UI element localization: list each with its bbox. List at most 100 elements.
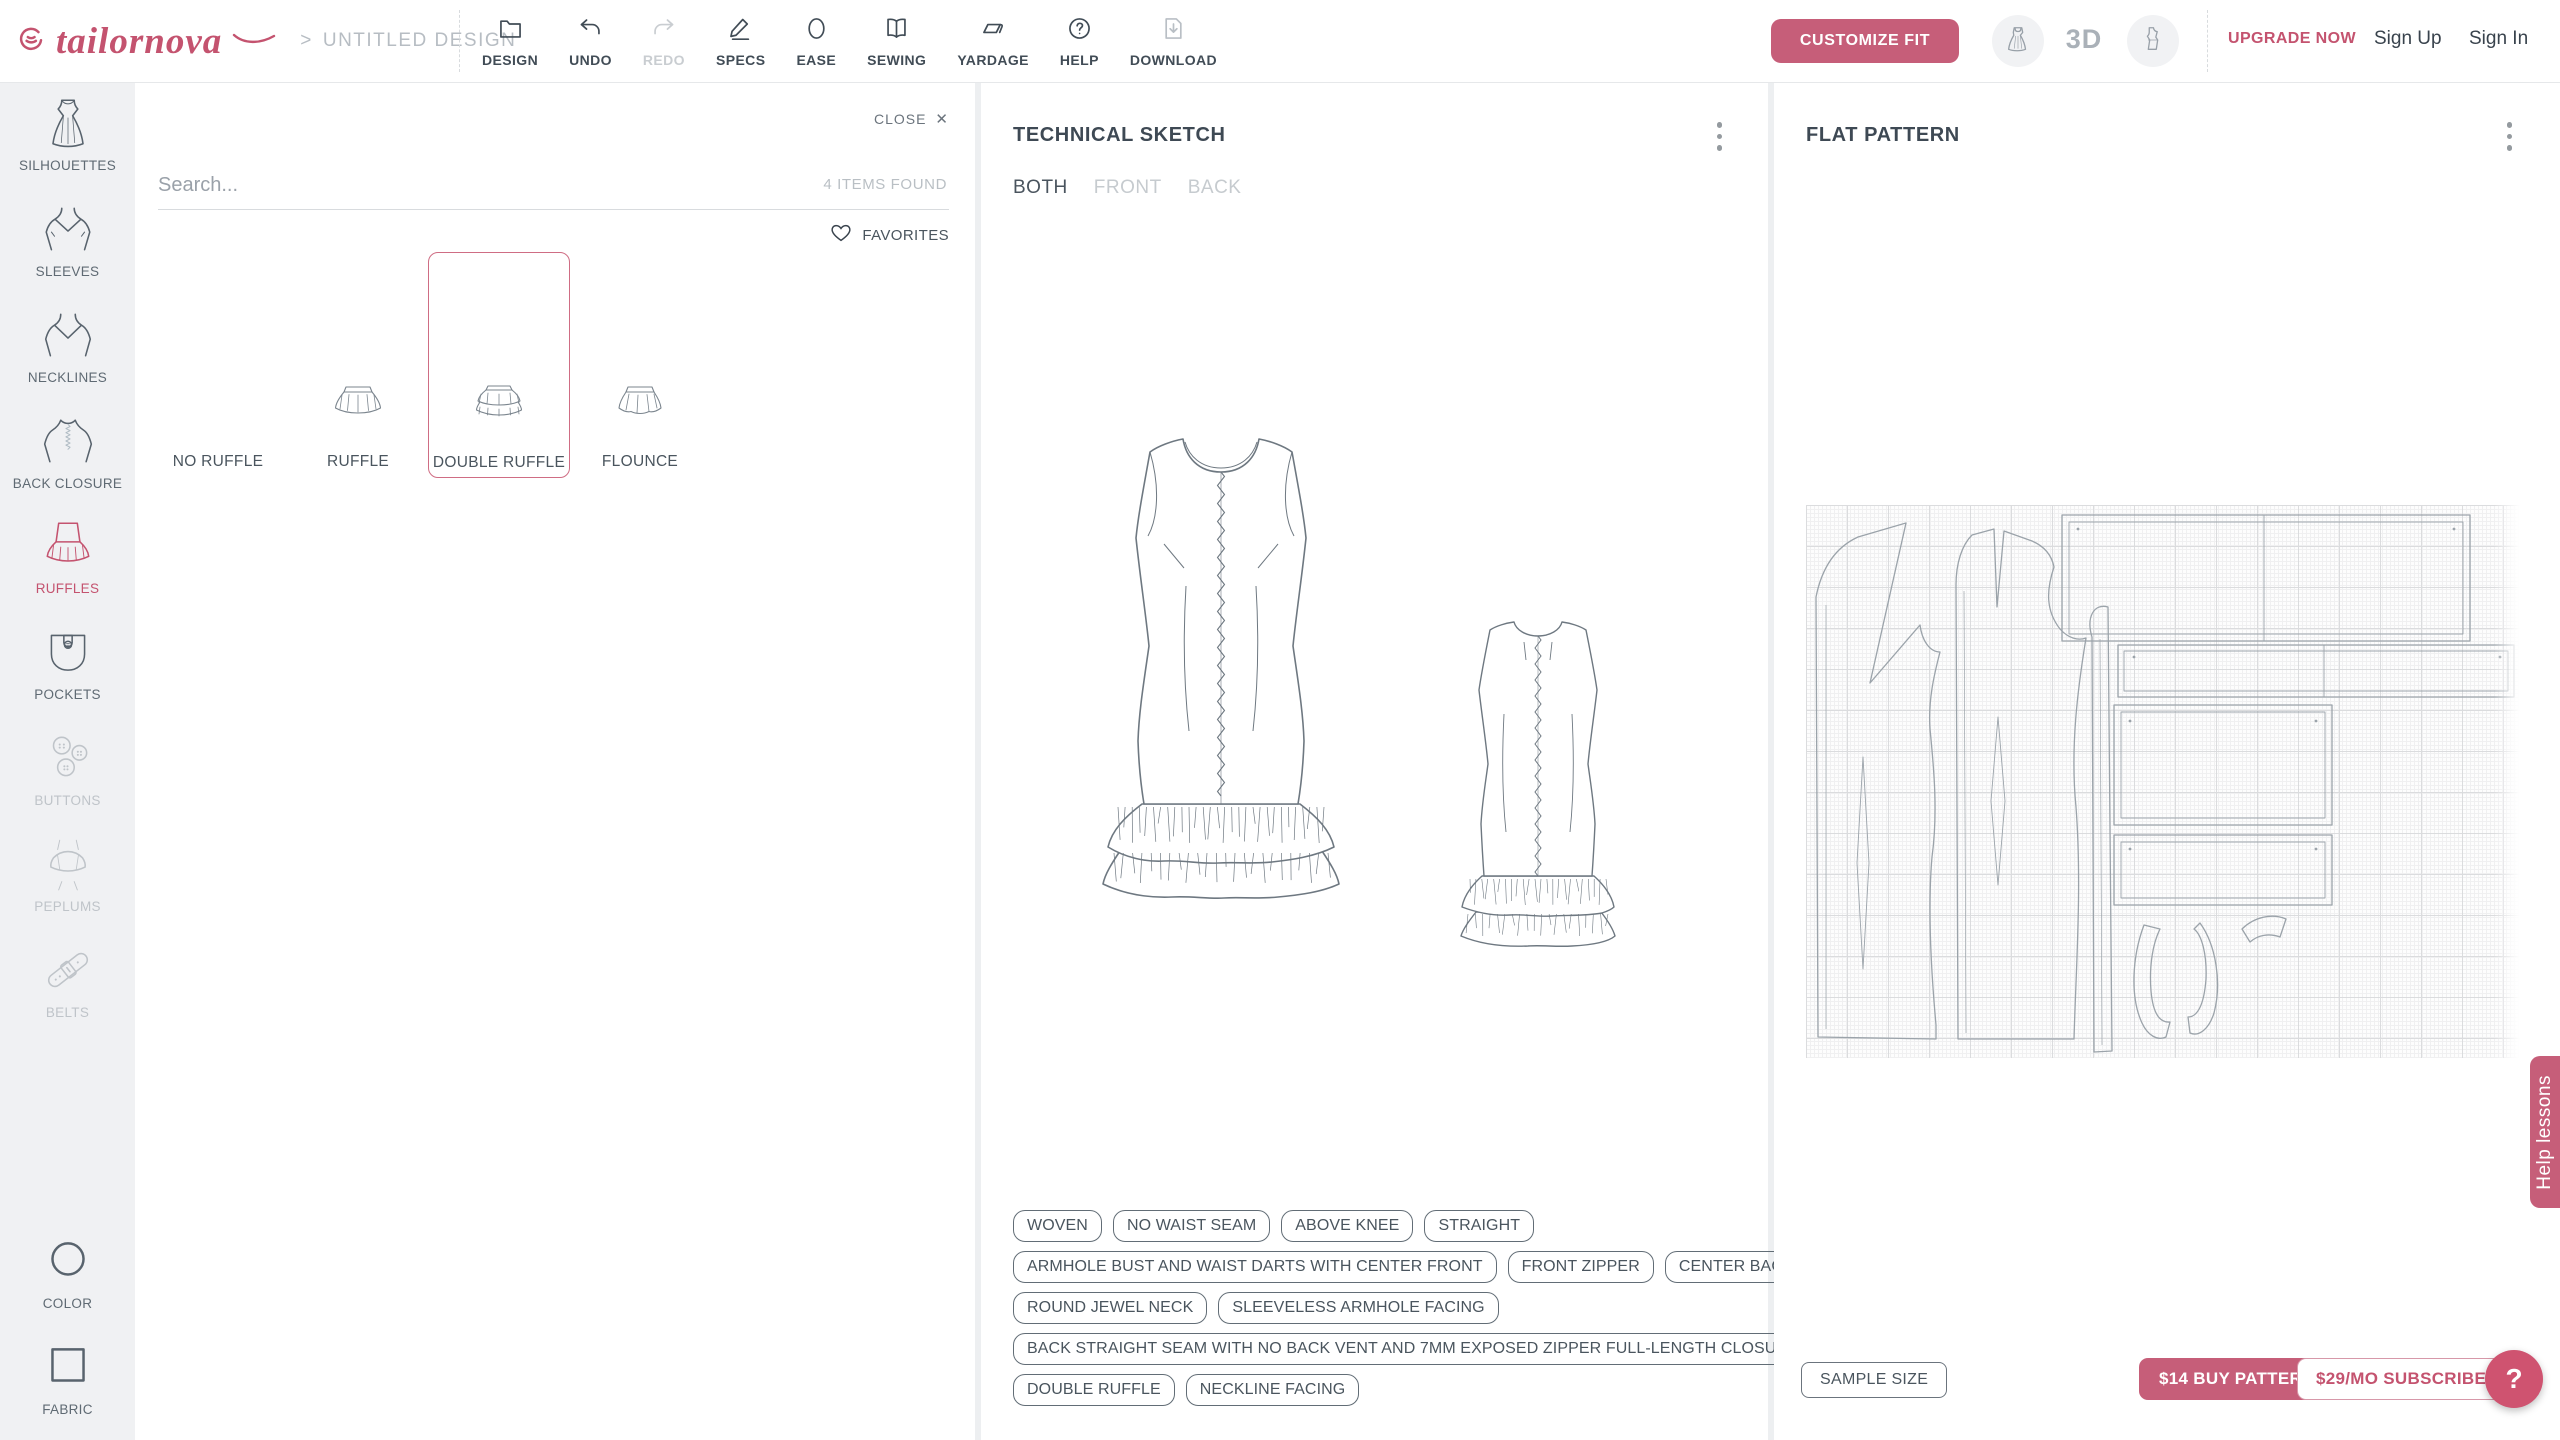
sidebar-item-peplums[interactable]: PEPLUMS: [0, 831, 135, 937]
redo-icon: [650, 15, 677, 47]
ruffle-options-panel: CLOSE ✕ 4 ITEMS FOUND FAVORITES NO RUFFL…: [135, 82, 975, 1440]
tag-front-zipper[interactable]: FRONT ZIPPER: [1508, 1251, 1654, 1283]
flat-pattern-title: FLAT PATTERN: [1806, 124, 1960, 147]
tag-back-straight-seam-with-no-back-vent-and-7mm-exposed-zipper-full-length-closure-length[interactable]: BACK STRAIGHT SEAM WITH NO BACK VENT AND…: [1013, 1333, 1883, 1365]
flounce-icon: [601, 380, 679, 420]
tool-specs[interactable]: SPECS: [716, 15, 765, 68]
3d-mode-label[interactable]: 3D: [2058, 24, 2110, 55]
header-divider: [2207, 10, 2208, 72]
tool-yardage[interactable]: YARDAGE: [957, 15, 1029, 68]
peplum-icon: [39, 831, 97, 893]
customize-fit-button[interactable]: CUSTOMIZE FIT: [1771, 19, 1959, 63]
tag-neckline-facing[interactable]: NECKLINE FACING: [1186, 1374, 1360, 1406]
buttons-icon: [39, 725, 97, 787]
tag-row: DOUBLE RUFFLE NECKLINE FACING: [1013, 1374, 1883, 1406]
subscribe-button[interactable]: $29/MO SUBSCRIBE: [2297, 1358, 2505, 1400]
pattern-mode-toggle[interactable]: [2127, 15, 2179, 67]
tag-row: ROUND JEWEL NECK SLEEVELESS ARMHOLE FACIN…: [1013, 1292, 1883, 1324]
sample-size-button[interactable]: SAMPLE SIZE: [1801, 1362, 1947, 1398]
sidebar-item-fabric[interactable]: FABRIC: [0, 1334, 135, 1440]
toolbar: DESIGN UNDO REDO SPECS EASE SEWING YARDA…: [482, 0, 1217, 82]
dress-icon: [39, 90, 97, 152]
ellipse-icon: [803, 15, 830, 47]
logo[interactable]: tailornova > UNTITLED DESIGN: [16, 0, 516, 82]
sidebar-item-color[interactable]: COLOR: [0, 1228, 135, 1334]
logo-text: tailornova: [56, 20, 222, 63]
tab-both[interactable]: BOTH: [1013, 177, 1068, 199]
sidebar-item-silhouettes[interactable]: SILHOUETTES: [0, 90, 135, 196]
ruffle-options-row: NO RUFFLE RUFFLE DOUBLE RUFFLE FLOUNCE: [148, 252, 710, 478]
color-circle-icon: [39, 1228, 97, 1290]
design-feature-tags: WOVEN NO WAIST SEAM ABOVE KNEE STRAIGHT ARMH…: [1013, 1210, 1883, 1406]
logo-swirl-icon: [16, 24, 46, 59]
dress-icon: [2003, 24, 2033, 59]
tool-help[interactable]: HELP: [1060, 15, 1099, 68]
sign-up-link[interactable]: Sign Up: [2374, 28, 2442, 50]
pattern-piece-icon: [2138, 24, 2168, 59]
undo-icon: [577, 15, 604, 47]
sidebar-item-necklines[interactable]: NECKLINES: [0, 302, 135, 408]
tool-undo[interactable]: UNDO: [569, 15, 612, 68]
close-label: CLOSE: [874, 111, 926, 127]
tab-back[interactable]: BACK: [1188, 177, 1242, 199]
tailornova-app: tailornova > UNTITLED DESIGN DESIGN UNDO…: [0, 0, 2560, 1440]
close-icon: ✕: [935, 110, 949, 128]
tab-front[interactable]: FRONT: [1094, 177, 1162, 199]
sign-in-link[interactable]: Sign In: [2469, 28, 2528, 50]
tag-double-ruffle[interactable]: DOUBLE RUFFLE: [1013, 1374, 1175, 1406]
kebab-menu-icon[interactable]: [1717, 122, 1723, 151]
kebab-menu-icon[interactable]: [2507, 122, 2513, 151]
sketch-view-tabs: BOTH FRONT BACK: [1013, 177, 1241, 199]
none: [179, 380, 257, 420]
tool-download[interactable]: DOWNLOAD: [1130, 15, 1217, 68]
tag-round-jewel-neck[interactable]: ROUND JEWEL NECK: [1013, 1292, 1207, 1324]
breadcrumb-separator: >: [300, 30, 313, 52]
option-flounce[interactable]: FLOUNCE: [570, 252, 710, 476]
download-icon: [1160, 15, 1187, 47]
flat-pattern-panel: FLAT PATTERN: [1774, 82, 2560, 1440]
favorites-filter[interactable]: FAVORITES: [830, 222, 949, 248]
sidebar-item-buttons[interactable]: BUTTONS: [0, 725, 135, 831]
option-ruffle[interactable]: RUFFLE: [288, 252, 428, 476]
option-no-ruffle[interactable]: NO RUFFLE: [148, 252, 288, 476]
sidebar-item-pockets[interactable]: POCKETS: [0, 619, 135, 725]
technical-sketch-panel: TECHNICAL SKETCH BOTH FRONT BACK: [981, 82, 1768, 1440]
pencil-icon: [727, 15, 754, 47]
tag-woven[interactable]: WOVEN: [1013, 1210, 1102, 1242]
close-panel-button[interactable]: CLOSE ✕: [874, 110, 949, 128]
tag-no-waist-seam[interactable]: NO WAIST SEAM: [1113, 1210, 1270, 1242]
category-sidebar: SILHOUETTES SLEEVES NECKLINES BACK CLOSU…: [0, 82, 135, 1440]
tag-sleeveless-armhole-facing[interactable]: SLEEVELESS ARMHOLE FACING: [1218, 1292, 1498, 1324]
fabric-square-icon: [39, 1334, 97, 1396]
upgrade-now-link[interactable]: UPGRADE NOW: [2228, 30, 2356, 48]
sidebar-item-back-closure[interactable]: BACK CLOSURE: [0, 408, 135, 514]
option-double-ruffle[interactable]: DOUBLE RUFFLE: [428, 252, 570, 478]
book-icon: [883, 15, 910, 47]
dress-back-sketch: [1446, 614, 1630, 948]
ruffle-double-icon: [460, 381, 538, 421]
sidebar-item-belts[interactable]: BELTS: [0, 937, 135, 1043]
help-fab-button[interactable]: ?: [2485, 1350, 2543, 1408]
back-zipper-icon: [39, 408, 97, 470]
tool-design[interactable]: DESIGN: [482, 15, 538, 68]
sidebar-item-sleeves[interactable]: SLEEVES: [0, 196, 135, 302]
items-found-count: 4 ITEMS FOUND: [823, 176, 947, 193]
tool-redo[interactable]: REDO: [643, 15, 685, 68]
help-lessons-tab[interactable]: Help lessons: [2530, 1056, 2560, 1208]
pattern-grid: [1806, 505, 2520, 1058]
sidebar-item-ruffles[interactable]: RUFFLES: [0, 513, 135, 619]
sleeves-icon: [39, 196, 97, 258]
tag-row: ARMHOLE BUST AND WAIST DARTS WITH CENTER…: [1013, 1251, 1883, 1283]
pattern-pieces: [1806, 505, 2520, 1058]
tag-above-knee[interactable]: ABOVE KNEE: [1281, 1210, 1413, 1242]
technical-sketch-title: TECHNICAL SKETCH: [1013, 124, 1226, 147]
question-icon: [1066, 15, 1093, 47]
tag-armhole-bust-and-waist-darts-with-center-front[interactable]: ARMHOLE BUST AND WAIST DARTS WITH CENTER…: [1013, 1251, 1497, 1283]
tool-ease[interactable]: EASE: [796, 15, 836, 68]
tool-sewing[interactable]: SEWING: [867, 15, 926, 68]
tag-row: BACK STRAIGHT SEAM WITH NO BACK VENT AND…: [1013, 1333, 1883, 1365]
ruffle-skirt-icon: [39, 513, 97, 575]
tag-straight[interactable]: STRAIGHT: [1424, 1210, 1534, 1242]
sketch-mode-toggle[interactable]: [1992, 15, 2044, 67]
favorites-label: FAVORITES: [862, 227, 949, 244]
